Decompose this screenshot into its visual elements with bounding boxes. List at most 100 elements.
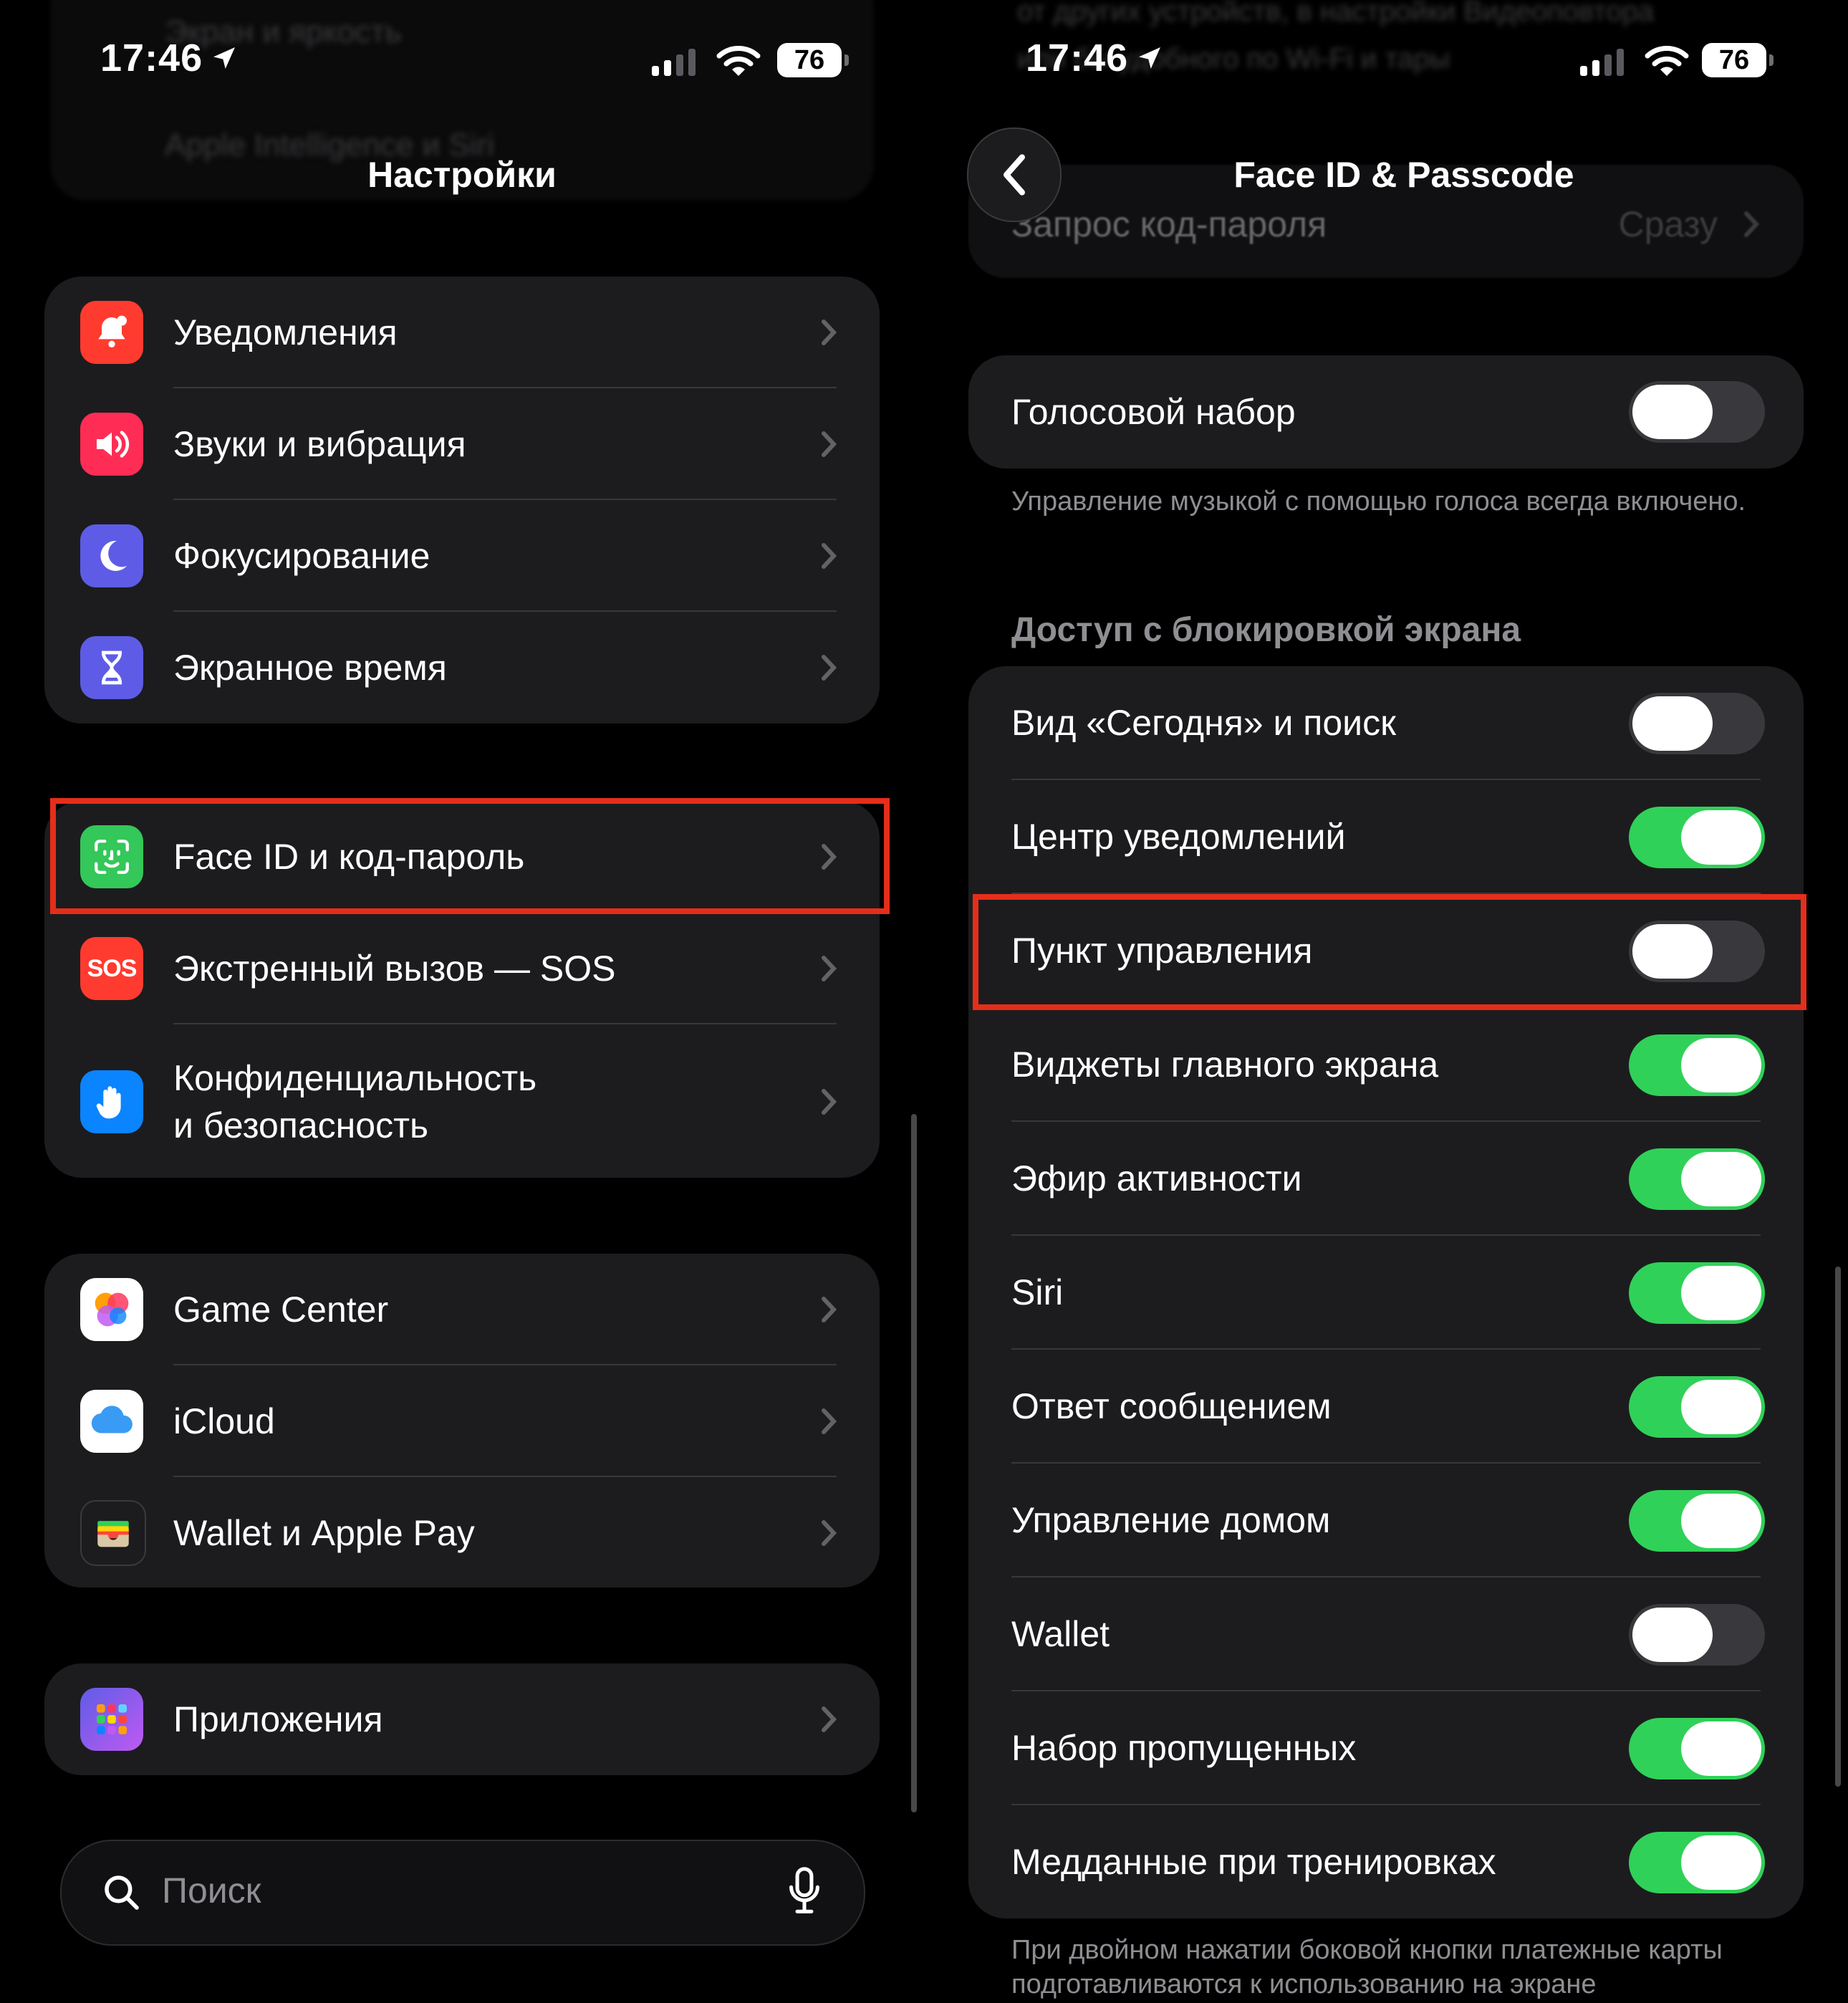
- settings-group-apps: Приложения: [44, 1663, 880, 1775]
- sos-icon-text: SOS: [87, 954, 138, 982]
- voice-dial-label: Голосовой набор: [1011, 392, 1296, 432]
- toggle-knob: [1681, 1266, 1761, 1320]
- lock-access-row: Центр уведомлений: [968, 780, 1804, 894]
- settings-group-security: Face ID и код-пароль SOS Экстренный вызо…: [44, 801, 880, 1178]
- lock-access-toggle[interactable]: [1629, 1034, 1765, 1096]
- face-id-icon: [80, 825, 143, 888]
- lock-access-toggle[interactable]: [1629, 1718, 1765, 1779]
- lock-access-row: Управление домом: [968, 1464, 1804, 1577]
- settings-row-label: Уведомления: [173, 312, 398, 352]
- scrollbar[interactable]: [911, 1114, 917, 1812]
- page-title: Настройки: [367, 155, 557, 195]
- chevron-right-icon: [822, 844, 837, 870]
- lock-access-label: Вид «Сегодня» и поиск: [1011, 703, 1396, 743]
- search-field[interactable]: Поиск: [60, 1840, 865, 1946]
- toggle-knob: [1632, 924, 1713, 979]
- toggle-knob: [1632, 385, 1713, 439]
- hourglass-icon: [80, 636, 143, 699]
- voice-dial-toggle[interactable]: [1629, 381, 1765, 443]
- voice-dial-group: Голосовой набор: [968, 355, 1804, 469]
- settings-row-label: Game Center: [173, 1289, 389, 1330]
- toggle-knob: [1632, 1608, 1713, 1662]
- settings-row-label: Face ID и код-пароль: [173, 837, 525, 877]
- cellular-signal-icon: [1580, 47, 1624, 76]
- settings-row-focus[interactable]: Фокусирование: [44, 500, 880, 612]
- lock-access-toggle[interactable]: [1629, 1262, 1765, 1324]
- lock-access-label: Виджеты главного экрана: [1011, 1044, 1439, 1085]
- lock-access-label: Центр уведомлений: [1011, 817, 1346, 857]
- lock-access-row: Ответ сообщением: [968, 1350, 1804, 1464]
- lock-access-row: Вид «Сегодня» и поиск: [968, 666, 1804, 780]
- lock-access-row: Медданные при тренировках: [968, 1805, 1804, 1918]
- lock-access-toggle[interactable]: [1629, 693, 1765, 754]
- voice-dial-row: Голосовой набор: [968, 355, 1804, 469]
- settings-row-label: iCloud: [173, 1401, 275, 1441]
- chevron-right-icon: [822, 1297, 837, 1322]
- lock-access-toggle[interactable]: [1629, 1490, 1765, 1552]
- wifi-icon: [716, 46, 761, 76]
- lock-access-label: Wallet: [1011, 1614, 1110, 1654]
- settings-row-label: Экстренный вызов — SOS: [173, 948, 616, 989]
- chevron-right-icon: [822, 1408, 837, 1434]
- settings-row-privacy[interactable]: Конфиденциальность и безопасность: [44, 1024, 880, 1178]
- ghost-footer-text: от других устройств, в настройки Видеопо…: [1017, 0, 1655, 27]
- hand-icon: [80, 1070, 143, 1133]
- settings-row-icloud[interactable]: iCloud: [44, 1365, 880, 1477]
- settings-row-emergency-sos[interactable]: SOS Экстренный вызов — SOS: [44, 913, 880, 1024]
- settings-screen: Экран и яркость Apple Intelligence и Sir…: [0, 0, 924, 2003]
- settings-row-label: Экранное время: [173, 648, 447, 688]
- settings-group-services: Game Center iCloud Wallet и Apple Pay: [44, 1254, 880, 1587]
- scrollbar[interactable]: [1835, 1267, 1841, 1787]
- toggle-knob: [1681, 1494, 1761, 1548]
- lock-access-toggle[interactable]: [1629, 1832, 1765, 1893]
- lock-access-toggle[interactable]: [1629, 1148, 1765, 1210]
- status-bar: 17:46 76: [0, 36, 924, 93]
- microphone-icon[interactable]: [788, 1867, 821, 1916]
- speaker-icon: [80, 413, 143, 476]
- settings-row-notifications[interactable]: Уведомления: [44, 277, 880, 388]
- lock-access-label: Управление домом: [1011, 1500, 1331, 1540]
- settings-row-wallet[interactable]: Wallet и Apple Pay: [44, 1477, 880, 1587]
- cellular-signal-icon: [652, 47, 696, 76]
- chevron-right-icon: [822, 1520, 837, 1546]
- label-line-2: и безопасность: [173, 1105, 429, 1145]
- lock-access-label: Siri: [1011, 1272, 1064, 1312]
- settings-row-label: Звуки и вибрация: [173, 424, 466, 464]
- lock-access-row: Wallet: [968, 1577, 1804, 1691]
- icloud-icon: [80, 1390, 143, 1453]
- settings-row-label: Wallet и Apple Pay: [173, 1513, 475, 1553]
- lock-access-toggle[interactable]: [1629, 1376, 1765, 1438]
- status-time: 17:46: [1026, 36, 1164, 80]
- lock-access-label: Набор пропущенных: [1011, 1728, 1357, 1768]
- chevron-right-icon: [822, 1706, 837, 1732]
- battery-indicator: 76: [777, 43, 849, 77]
- toggle-knob: [1681, 1152, 1761, 1206]
- wifi-icon: [1645, 46, 1689, 76]
- toggle-knob: [1681, 1835, 1761, 1890]
- moon-icon: [80, 524, 143, 587]
- settings-row-game-center[interactable]: Game Center: [44, 1254, 880, 1365]
- status-time: 17:46: [100, 36, 239, 80]
- lock-access-row: Виджеты главного экрана: [968, 1008, 1804, 1122]
- lock-access-label: Пункт управления: [1011, 931, 1313, 971]
- status-bar: 17:46 76: [924, 36, 1848, 93]
- lock-access-toggle[interactable]: [1629, 921, 1765, 982]
- settings-group-notifications: Уведомления Звуки и вибрация Фокусирован…: [44, 277, 880, 724]
- toggle-knob: [1681, 810, 1761, 865]
- lock-access-row: Набор пропущенных: [968, 1691, 1804, 1805]
- settings-row-face-id[interactable]: Face ID и код-пароль: [44, 801, 880, 913]
- location-arrow-icon: [1139, 47, 1161, 69]
- face-id-passcode-screen: от других устройств, в настройки Видеопо…: [924, 0, 1848, 2003]
- chevron-right-icon: [1744, 211, 1759, 237]
- lock-access-toggle[interactable]: [1629, 807, 1765, 868]
- section-header-lock-screen: Доступ с блокировкой экрана: [1011, 611, 1521, 649]
- toggle-knob: [1681, 1038, 1761, 1092]
- lock-access-row: Пункт управления: [968, 894, 1804, 1008]
- toggle-knob: [1632, 696, 1713, 751]
- lock-access-toggle[interactable]: [1629, 1604, 1765, 1666]
- settings-row-screen-time[interactable]: Экранное время: [44, 612, 880, 724]
- settings-row-apps[interactable]: Приложения: [44, 1663, 880, 1775]
- settings-row-sounds[interactable]: Звуки и вибрация: [44, 388, 880, 500]
- chevron-right-icon: [822, 543, 837, 569]
- voice-dial-footer: Управление музыкой с помощью голоса всег…: [1011, 486, 1746, 517]
